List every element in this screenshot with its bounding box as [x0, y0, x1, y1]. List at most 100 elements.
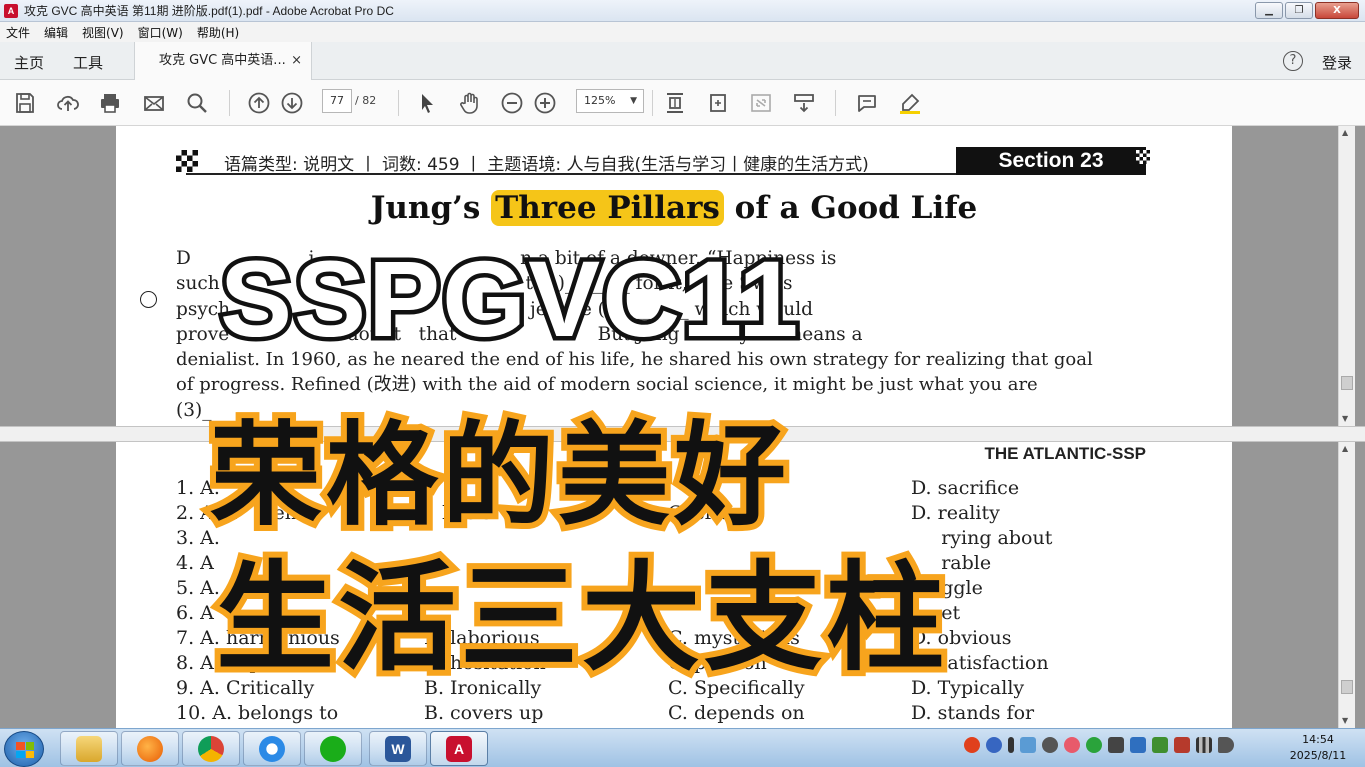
- page-down-icon[interactable]: [279, 90, 305, 116]
- toolbar-separator: [652, 90, 653, 116]
- signal-icon[interactable]: [1196, 737, 1212, 753]
- taskbar-wechat[interactable]: [304, 731, 362, 766]
- menu-help[interactable]: 帮助(H): [197, 24, 239, 41]
- zoom-out-icon[interactable]: [499, 90, 525, 116]
- document-tab[interactable]: 攻克 GVC 高中英语... ×: [134, 42, 312, 80]
- taskbar: W A 14:54 2025/8/11: [0, 728, 1365, 767]
- help-tray-icon[interactable]: [986, 737, 1002, 753]
- option-cell: 9. A. Critically: [176, 677, 315, 699]
- document-area: 语篇类型: 说明文 丨 词数: 459 丨 主题语境: 人与自我(生活与学习丨健…: [0, 126, 1365, 728]
- option-cell: 7. A. harmonious: [176, 627, 340, 649]
- option-cell: et: [911, 602, 961, 624]
- firefox-icon: [137, 735, 163, 762]
- taskbar-word[interactable]: W: [369, 731, 427, 766]
- option-cell: rying about: [911, 527, 1053, 549]
- option-cell: 8. A. depression: [176, 652, 332, 674]
- fullscreen-icon[interactable]: [748, 90, 774, 116]
- zoom-in-icon[interactable]: [532, 90, 558, 116]
- save-icon[interactable]: [12, 90, 38, 116]
- scroll-thumb[interactable]: [1341, 680, 1353, 694]
- media-icon[interactable]: [1042, 737, 1058, 753]
- title-text: Jung’s: [370, 190, 492, 226]
- start-button[interactable]: [4, 731, 44, 767]
- home-tab[interactable]: 主页: [14, 52, 44, 73]
- tools-tab[interactable]: 工具: [73, 52, 103, 73]
- menu-view[interactable]: 视图(V): [82, 24, 124, 41]
- document-pane-bottom[interactable]: THE ATLANTIC-SSP 1. A. D. sacrifice 2. A. …: [12, 442, 1338, 728]
- folder-icon: [76, 735, 102, 762]
- scrollbar-bottom[interactable]: ▲ ▼: [1338, 442, 1355, 728]
- taskbar-baidu-netdisk[interactable]: [243, 731, 301, 766]
- scroll-up-icon[interactable]: ▲: [1342, 444, 1348, 453]
- rotate-icon[interactable]: [705, 90, 731, 116]
- close-button[interactable]: X: [1315, 2, 1359, 19]
- keyboard-icon[interactable]: [1130, 737, 1146, 753]
- scroll-down-icon[interactable]: ▼: [1342, 716, 1348, 725]
- option-cell: B. Ironically: [424, 677, 542, 699]
- menu-edit[interactable]: 编辑: [44, 24, 68, 41]
- scroll-down-icon[interactable]: ▼: [1342, 414, 1348, 423]
- volume-icon[interactable]: [1218, 737, 1234, 753]
- page-fit-icon[interactable]: [662, 90, 688, 116]
- menu-file[interactable]: 文件: [6, 24, 30, 41]
- select-cursor-icon[interactable]: [414, 90, 440, 116]
- title-text: of a Good Life: [723, 190, 978, 226]
- paragraph-line: (3)_: [176, 399, 212, 421]
- tray-list-icon[interactable]: [1152, 737, 1168, 753]
- hand-icon[interactable]: [457, 90, 483, 116]
- page-up-icon[interactable]: [246, 90, 272, 116]
- taskbar-chrome[interactable]: [182, 731, 240, 766]
- taskbar-acrobat[interactable]: A: [430, 731, 488, 766]
- scrollbar-top[interactable]: ▲ ▼: [1338, 126, 1355, 426]
- ime-icon[interactable]: [964, 737, 980, 753]
- highlight-icon[interactable]: [897, 90, 923, 116]
- option-cell: C. mysterious: [668, 627, 800, 649]
- page-number-input[interactable]: 77: [322, 89, 352, 113]
- option-cell: rable: [911, 552, 992, 574]
- tools-menu-icon[interactable]: [791, 90, 817, 116]
- option-cell: ggle: [911, 577, 983, 599]
- option-cell: B. laborious: [424, 627, 540, 649]
- paragraph-line: D i n a bit of a downer. “Happiness is: [176, 248, 837, 269]
- option-cell: 1. A.: [176, 477, 220, 499]
- pdf-page: 语篇类型: 说明文 丨 词数: 459 丨 主题语境: 人与自我(生活与学习丨健…: [116, 126, 1232, 426]
- document-pane-top[interactable]: 语篇类型: 说明文 丨 词数: 459 丨 主题语境: 人与自我(生活与学习丨健…: [12, 126, 1338, 426]
- network-share-icon[interactable]: [1020, 737, 1036, 753]
- taskbar-file-explorer[interactable]: [60, 731, 118, 766]
- source-label: THE ATLANTIC-SSP: [984, 444, 1147, 463]
- zoom-select[interactable]: 125% ▼: [576, 89, 644, 113]
- scroll-up-icon[interactable]: ▲: [1342, 128, 1348, 137]
- restore-button[interactable]: ❐: [1285, 2, 1313, 19]
- login-link[interactable]: 登录: [1322, 52, 1352, 73]
- window-controls: ▁ ❐ X: [1255, 2, 1359, 19]
- option-cell: 6. A: [176, 602, 214, 624]
- print-icon[interactable]: [97, 90, 123, 116]
- upload-icon[interactable]: [55, 90, 81, 116]
- email-icon[interactable]: [141, 90, 167, 116]
- close-tab-icon[interactable]: ×: [291, 42, 302, 80]
- minimize-button[interactable]: ▁: [1255, 2, 1283, 19]
- option-cell: C. criteri: [668, 502, 754, 524]
- pane-splitter[interactable]: [0, 426, 1365, 442]
- security-icon[interactable]: [1174, 737, 1190, 753]
- toolbar: [0, 80, 1365, 126]
- passage-header: 语篇类型: 说明文 丨 词数: 459 丨 主题语境: 人与自我(生活与学习丨健…: [224, 155, 869, 175]
- menu-window[interactable]: 窗口(W): [138, 24, 183, 41]
- option-cell: basis: [424, 502, 492, 524]
- search-icon[interactable]: [184, 90, 210, 116]
- option-cell: C. Specifically: [668, 677, 805, 699]
- help-icon[interactable]: ?: [1283, 51, 1303, 71]
- comment-icon[interactable]: [854, 90, 880, 116]
- chrome-icon: [198, 735, 224, 762]
- scroll-thumb[interactable]: [1341, 376, 1353, 390]
- system-clock[interactable]: 14:54 2025/8/11: [1280, 732, 1356, 764]
- wechat-tray-icon[interactable]: [1086, 737, 1102, 753]
- option-cell: 4. A: [176, 552, 214, 574]
- radio-marker[interactable]: [140, 291, 157, 308]
- app-tray-icon[interactable]: [1064, 737, 1080, 753]
- taskbar-firefox[interactable]: [121, 731, 179, 766]
- speaker-icon[interactable]: [1108, 737, 1124, 753]
- acrobat-app-icon: A: [4, 3, 18, 18]
- option-cell: B. covers up: [424, 702, 544, 724]
- title-highlight: Three Pillars: [491, 190, 724, 226]
